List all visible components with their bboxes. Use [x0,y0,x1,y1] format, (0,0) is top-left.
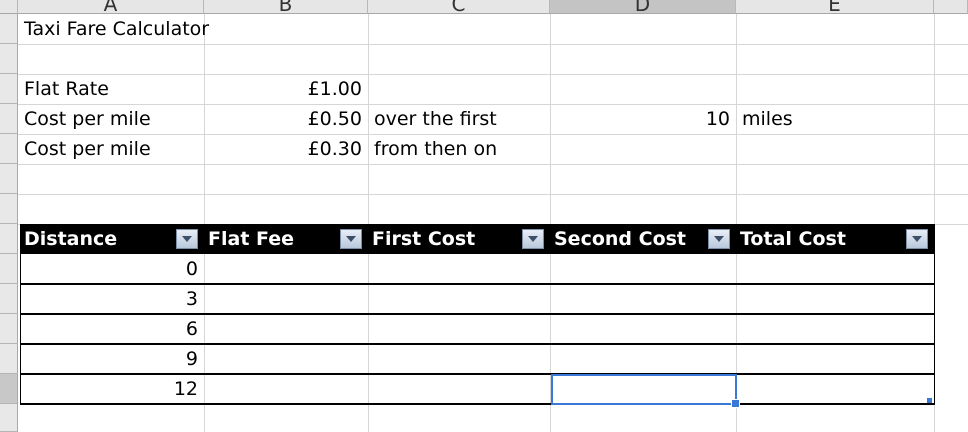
row-header[interactable] [0,284,18,314]
table-resize-handle[interactable] [927,398,932,403]
row-header[interactable] [0,104,18,134]
grid-line [550,14,551,432]
rate-label-flat[interactable]: Flat Rate [18,74,204,104]
column-header-d[interactable]: D [550,0,736,14]
row-header[interactable] [0,254,18,284]
rate-note-first[interactable]: over the first [368,104,550,134]
table-row[interactable]: 9 [20,344,204,374]
row-header[interactable] [0,44,18,74]
selected-cell[interactable] [551,374,737,405]
table-row[interactable]: 0 [20,254,204,284]
column-header-c[interactable]: C [368,0,550,14]
table-row[interactable]: 12 [20,374,204,404]
grid-line [18,44,968,45]
filter-dropdown-icon[interactable] [176,229,198,249]
row-header[interactable] [0,374,18,404]
row-header[interactable] [0,404,18,432]
table-header-label: Flat Fee [208,228,294,250]
filter-dropdown-icon[interactable] [522,229,544,249]
row-header[interactable] [0,194,18,224]
grid-line [18,194,968,195]
rate-value-first[interactable]: £0.50 [204,104,368,134]
rate-note-second[interactable]: from then on [368,134,550,164]
rate-label-first[interactable]: Cost per mile [18,104,204,134]
sheet-title[interactable]: Taxi Fare Calculator [18,14,318,44]
filter-dropdown-icon[interactable] [708,229,730,249]
row-header[interactable] [0,14,18,44]
row-header[interactable] [0,314,18,344]
rate-threshold-unit[interactable]: miles [736,104,934,134]
table-header-label: First Cost [372,228,476,250]
table-header-label: Second Cost [554,228,687,250]
rate-value-second[interactable]: £0.30 [204,134,368,164]
table-border [934,254,935,404]
column-header-e[interactable]: E [736,0,934,14]
grid-line [736,14,737,432]
rate-label-second[interactable]: Cost per mile [18,134,204,164]
filter-dropdown-icon[interactable] [340,229,362,249]
rate-threshold[interactable]: 10 [550,104,736,134]
fill-handle[interactable] [731,399,740,408]
rate-value-flat[interactable]: £1.00 [204,74,368,104]
row-header[interactable] [0,224,18,254]
table-header-label: Total Cost [740,228,846,250]
table-row[interactable]: 3 [20,284,204,314]
grid-line [18,164,968,165]
row-header[interactable] [0,74,18,104]
row-header[interactable] [0,344,18,374]
row-header[interactable] [0,164,18,194]
select-all-corner[interactable] [0,0,18,14]
table-header-label: Distance [24,228,118,250]
column-header-f[interactable] [934,0,968,14]
filter-dropdown-icon[interactable] [906,229,928,249]
row-header[interactable] [0,134,18,164]
column-header-a[interactable]: A [18,0,204,14]
table-row[interactable]: 6 [20,314,204,344]
column-header-b[interactable]: B [204,0,368,14]
grid-line [368,14,369,432]
